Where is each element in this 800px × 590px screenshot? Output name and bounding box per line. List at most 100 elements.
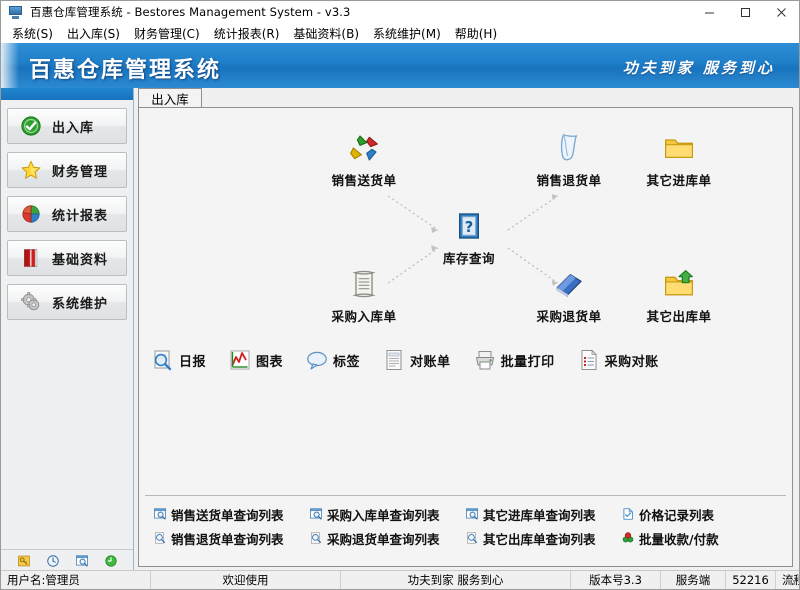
menu-basedata[interactable]: 基础资料(B) [286,23,366,44]
list-link-r2-4[interactable]: 批量收款/付款 [621,529,719,548]
printer-icon [473,348,497,372]
workflow-node-label: 销售送货单 [331,173,397,188]
status-user: 用户名:管理员 [1,571,151,589]
speech-bubble-icon [305,348,329,372]
workflow-node-label: 采购退货单 [536,309,602,324]
power-icon[interactable] [104,554,118,568]
banner-slogan: 功夫到家 服务到心 [622,59,775,77]
search-window-icon [309,507,323,521]
links-panel: 销售送货单查询列表 采购入库单查询列表 其它进库单查询列表 价格记录列表 销售退货单查… [145,495,786,560]
search-window-icon [465,507,479,521]
list-link-label: 销售退货单查询列表 [171,531,284,547]
workflow-node-7[interactable]: 其它出库单 [634,266,724,325]
action-button-label: 采购对账 [604,354,659,370]
line-chart-icon [228,348,252,372]
action-button-1[interactable]: 日报 [151,348,206,372]
workflow-node-label: 库存查询 [442,251,495,266]
action-button-label: 日报 [179,354,207,370]
workflow-node-label: 采购入库单 [331,309,397,324]
window-controls [691,1,799,23]
workflow-node-1[interactable]: 销售送货单 [319,130,409,189]
workflow-node-5[interactable]: 采购入库单 [319,266,409,325]
action-button-label: 对账单 [410,354,451,370]
sidebar: 出入库财务管理统计报表基础资料系统维护 [1,88,134,571]
svg-text:?: ? [465,219,474,236]
price-tag-icon [621,507,635,521]
key-icon[interactable] [17,554,31,568]
monitor-icon [8,4,24,20]
scroll-icon [319,266,409,302]
sidebar-item-2[interactable]: 财务管理 [7,152,127,188]
workflow-node-3[interactable]: 其它进库单 [634,130,724,189]
workflow-node-6[interactable]: 采购退货单 [524,266,614,325]
tab-panel: 销售送货单 销售退货单 其它进库单? 库存查询 采购入库单 采购退货单 其它出库单 日报 图表… [138,107,793,567]
list-link-r1-4[interactable]: 价格记录列表 [621,505,714,524]
workflow-node-2[interactable]: 销售退货单 [524,130,614,189]
sidebar-item-1[interactable]: 出入库 [7,108,127,144]
menu-finance[interactable]: 财务管理(C) [127,23,207,44]
action-button-4[interactable]: 对账单 [382,348,451,372]
yellow-folder-green-arrow-icon [634,266,724,302]
magnifier-doc-icon [153,531,167,545]
yellow-star-icon [20,159,42,181]
close-button[interactable] [763,1,799,23]
search-window-icon [153,507,167,521]
gear-icon [20,291,42,313]
magnifier-report-icon [151,348,175,372]
clock-icon[interactable] [46,554,60,568]
recycle-arrows-icon [319,130,409,166]
status-welcome: 欢迎使用 [151,571,341,589]
menu-system[interactable]: 系统(S) [5,23,60,44]
menu-maintenance[interactable]: 系统维护(M) [366,23,448,44]
status-bar: 用户名:管理员 欢迎使用 功夫到家 服务到心 版本号3.3 服务端 52216 … [1,570,799,589]
sidebar-item-4[interactable]: 基础资料 [7,240,127,276]
magnifier-doc-icon [309,531,323,545]
list-link-r1-1[interactable]: 销售送货单查询列表 [153,505,303,524]
list-link-label: 批量收款/付款 [639,531,719,547]
action-button-5[interactable]: 批量打印 [473,348,555,372]
main-content: 出入库 销售送货单 销售退货单 其它进库单 ? 库存查询 采购入库单 采购退货单… [134,88,799,571]
maximize-button[interactable] [727,1,763,23]
title-bar: 百惠仓库管理系统 - Bestores Management System - … [1,1,799,24]
application-window: 百惠仓库管理系统 - Bestores Management System - … [0,0,800,590]
pie-chart-icon [20,203,42,225]
links-row-1: 销售送货单查询列表 采购入库单查询列表 其它进库单查询列表 价格记录列表 [145,502,786,526]
green-check-icon [20,115,42,137]
list-link-r1-2[interactable]: 采购入库单查询列表 [309,505,459,524]
list-link-label: 采购入库单查询列表 [327,507,440,523]
status-slogan: 功夫到家 服务到心 [341,571,571,589]
banner-gradient [1,43,19,88]
sidebar-item-label: 系统维护 [52,296,109,312]
blue-eraser-icon [524,266,614,302]
list-link-label: 其它出库单查询列表 [483,531,596,547]
list-link-r2-2[interactable]: 采购退货单查询列表 [309,529,459,548]
sidebar-item-5[interactable]: 系统维护 [7,284,127,320]
list-link-r2-1[interactable]: 销售退货单查询列表 [153,529,303,548]
action-button-2[interactable]: 图表 [228,348,283,372]
sidebar-item-3[interactable]: 统计报表 [7,196,127,232]
action-button-label: 标签 [333,354,361,370]
workflow-node-4[interactable]: ? 库存查询 [424,208,514,267]
banner-title: 百惠仓库管理系统 [29,58,222,83]
action-button-label: 批量打印 [500,354,555,370]
tab-strip: 出入库 [134,88,799,108]
sidebar-header [1,88,133,100]
list-link-label: 价格记录列表 [639,507,715,523]
list-link-r1-3[interactable]: 其它进库单查询列表 [465,505,615,524]
action-button-6[interactable]: 采购对账 [577,348,659,372]
statement-doc-icon [382,348,406,372]
links-row-2: 销售退货单查询列表 采购退货单查询列表 其它出库单查询列表 批量收款/付款 [145,526,786,550]
tab-inout[interactable]: 出入库 [138,88,202,108]
menu-inout[interactable]: 出入库(S) [60,23,127,44]
search-window-icon[interactable] [75,554,89,568]
curled-paper-icon [524,130,614,166]
minimize-button[interactable] [691,1,727,23]
resize-grip[interactable] [785,575,797,587]
menu-reports[interactable]: 统计报表(R) [207,23,287,44]
workflow-node-label: 其它进库单 [646,173,712,188]
workflow-node-label: 其它出库单 [646,309,712,324]
menu-help[interactable]: 帮助(H) [448,23,504,44]
action-button-3[interactable]: 标签 [305,348,360,372]
list-link-r2-3[interactable]: 其它出库单查询列表 [465,529,615,548]
status-version: 版本号3.3 [571,571,661,589]
